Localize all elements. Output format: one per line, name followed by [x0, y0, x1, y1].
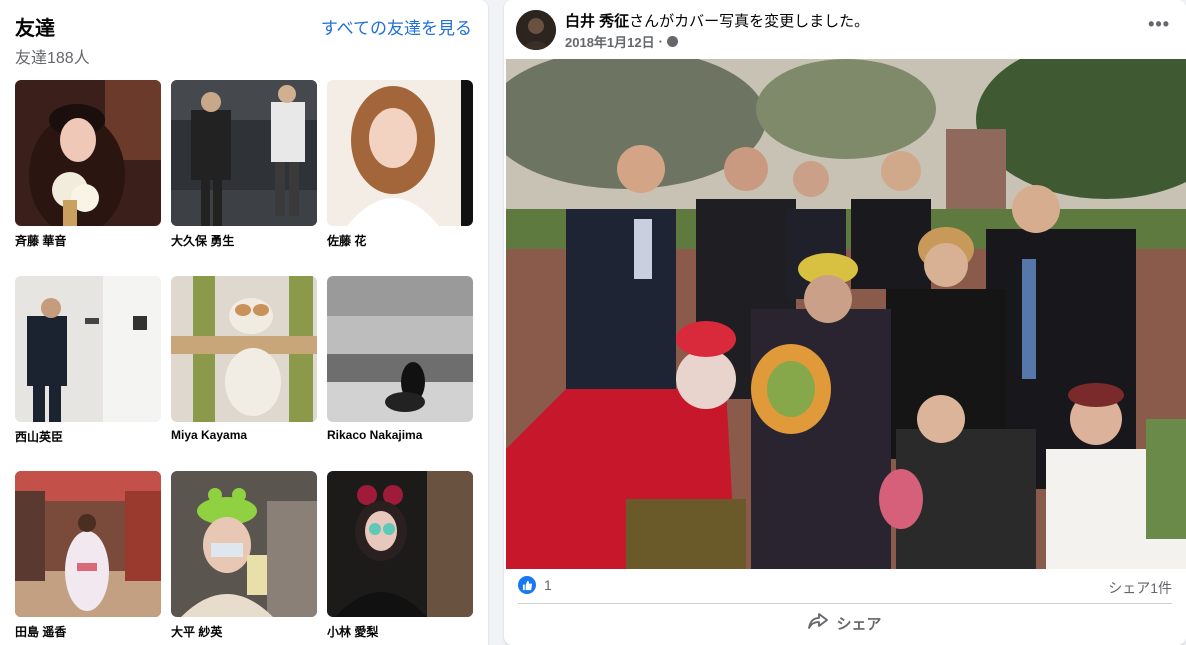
friend-tile[interactable]: 佐藤 花	[327, 80, 473, 249]
friend-tile[interactable]: 斉藤 華音	[15, 80, 161, 249]
divider	[518, 603, 1172, 604]
reactions-summary[interactable]: 1	[518, 576, 552, 594]
friend-name[interactable]: 西山英臣	[15, 428, 161, 445]
friend-photo[interactable]	[171, 80, 317, 226]
friend-photo[interactable]	[15, 276, 161, 422]
share-count[interactable]: シェア1件	[1108, 578, 1172, 598]
cover-photo[interactable]	[506, 59, 1186, 569]
author-name[interactable]: 白井 秀征	[565, 13, 629, 30]
see-all-friends-link[interactable]: すべての友達を見る	[321, 14, 472, 39]
friend-photo[interactable]	[327, 276, 473, 422]
friend-photo[interactable]	[171, 276, 317, 422]
post-meta: 2018年1月12日 ·	[565, 32, 678, 51]
friend-name[interactable]: 大平 紗英	[171, 623, 317, 640]
friend-tile[interactable]: 西山英臣	[15, 276, 161, 445]
friend-tile[interactable]: 田島 遥香	[15, 471, 161, 640]
reaction-count[interactable]: 1	[544, 577, 552, 593]
friend-tile[interactable]: Miya Kayama	[171, 276, 317, 442]
friend-tile[interactable]: 大平 紗英	[171, 471, 317, 640]
friends-count: 友達188人	[15, 50, 90, 67]
post-header: 白井 秀征さんがカバー写真を変更しました。	[565, 10, 869, 31]
friends-title: 友達	[15, 18, 55, 40]
friend-tile[interactable]: 大久保 勇生	[171, 80, 317, 249]
share-label: シェア	[836, 615, 882, 633]
friend-photo[interactable]	[15, 80, 161, 226]
post-action-text: さんがカバー写真を変更しました。	[629, 13, 870, 30]
friend-name[interactable]: 佐藤 花	[327, 232, 473, 249]
friend-photo[interactable]	[171, 471, 317, 617]
friend-tile[interactable]: 小林 愛梨	[327, 471, 473, 640]
author-avatar[interactable]	[516, 10, 556, 50]
globe-icon	[666, 36, 678, 47]
like-icon	[518, 576, 536, 594]
post-date[interactable]: 2018年1月12日	[565, 32, 655, 51]
friend-name[interactable]: Miya Kayama	[171, 428, 317, 442]
friend-photo[interactable]	[327, 471, 473, 617]
share-arrow-icon	[808, 612, 829, 634]
friend-name[interactable]: 大久保 勇生	[171, 232, 317, 249]
friend-photo[interactable]	[327, 80, 473, 226]
friend-name[interactable]: 小林 愛梨	[327, 623, 473, 640]
friend-name[interactable]: 田島 遥香	[15, 623, 161, 640]
friends-card: 友達 友達188人 すべての友達を見る 斉藤 華音 大久保 勇生 佐藤 花 西山…	[0, 0, 488, 645]
meta-separator: ·	[658, 34, 663, 49]
more-options-icon[interactable]: •••	[1148, 14, 1170, 35]
friend-photo[interactable]	[15, 471, 161, 617]
friend-name[interactable]: Rikaco Nakajima	[327, 428, 473, 442]
share-button[interactable]: シェア	[504, 607, 1186, 639]
friend-tile[interactable]: Rikaco Nakajima	[327, 276, 473, 442]
friend-name[interactable]: 斉藤 華音	[15, 232, 161, 249]
post-card: 白井 秀征さんがカバー写真を変更しました。 2018年1月12日 · ••• 1…	[504, 0, 1186, 645]
